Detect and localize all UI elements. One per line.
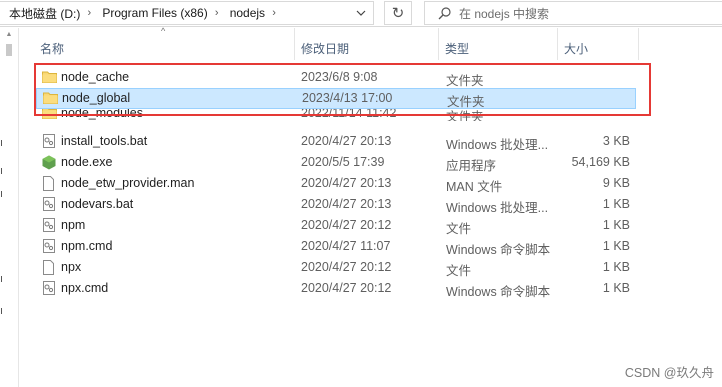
search-box[interactable]: 在 nodejs 中搜索 [424, 1, 722, 25]
file-size: 3 KB [602, 134, 630, 148]
file-date: 2020/4/27 20:13 [301, 134, 392, 148]
nav-item-fragment[interactable] [1, 140, 5, 146]
column-header-date[interactable]: 修改日期 [295, 28, 439, 60]
folder-icon [43, 91, 58, 105]
address-toolbar: 本地磁盘 (D:) › Program Files (x86) › nodejs… [0, 0, 722, 27]
file-icon [42, 260, 57, 275]
file-size: 9 KB [602, 176, 630, 190]
nav-item-fragment[interactable] [1, 168, 5, 174]
file-row-node-global[interactable]: node_global 2023/4/13 17:00 文件夹 [36, 88, 636, 109]
breadcrumb-program-files[interactable]: Program Files (x86) [96, 2, 209, 24]
file-size: 1 KB [602, 281, 630, 295]
file-type: 文件 [446, 222, 472, 236]
address-bar[interactable]: 本地磁盘 (D:) › Program Files (x86) › nodejs… [0, 1, 374, 25]
watermark: CSDN @玖久舟 [624, 366, 714, 380]
breadcrumb-separator-icon[interactable]: › [210, 7, 224, 19]
refresh-icon: ↻ [391, 5, 405, 22]
file-row-node-modules[interactable]: node_modules 2022/11/14 11:42 文件夹 [36, 109, 636, 121]
file-row-node-cache[interactable]: node_cache 2023/6/8 9:08 文件夹 [36, 67, 636, 88]
file-date: 2023/6/8 9:08 [301, 70, 378, 84]
file-date: 2020/4/27 11:07 [301, 239, 391, 253]
file-row-npx[interactable]: npx 2020/4/27 20:12 文件 1 KB [36, 257, 636, 278]
refresh-button[interactable]: ↻ [384, 1, 412, 25]
batch-file-icon [42, 218, 57, 232]
file-size: 1 KB [602, 197, 630, 211]
node-app-icon [42, 155, 57, 170]
file-date: 2020/5/5 17:39 [301, 155, 385, 169]
scroll-up-icon[interactable]: ▲ [4, 31, 14, 41]
search-input[interactable]: 在 nodejs 中搜索 [459, 5, 549, 22]
file-type: 文件夹 [446, 74, 484, 88]
batch-file-icon [42, 281, 57, 295]
breadcrumb-nodejs[interactable]: nodejs [224, 2, 267, 24]
file-row-npm-cmd[interactable]: npm.cmd 2020/4/27 11:07 Windows 命令脚本 1 K… [36, 236, 636, 257]
file-name: npm [61, 218, 86, 232]
breadcrumb-separator-icon[interactable]: › [82, 7, 96, 19]
column-header-label: 名称 [40, 42, 65, 56]
batch-file-icon [42, 134, 57, 148]
sort-ascending-icon: ^ [161, 26, 166, 36]
nav-scrollbar-thumb[interactable] [6, 44, 12, 56]
file-date: 2022/11/14 11:42 [301, 109, 397, 120]
file-size: 54,169 KB [571, 155, 630, 169]
file-date: 2020/4/27 20:12 [301, 281, 392, 295]
navigation-pane[interactable]: ▲ [0, 28, 19, 387]
file-row-nodevars[interactable]: nodevars.bat 2020/4/27 20:13 Windows 批处理… [36, 194, 636, 215]
file-type: 文件夹 [446, 110, 484, 121]
file-date: 2020/4/27 20:12 [301, 218, 392, 232]
file-type: Windows 命令脚本 [446, 243, 551, 257]
file-name: npx [61, 260, 82, 274]
file-size: 1 KB [602, 218, 630, 232]
batch-file-icon [42, 239, 57, 253]
column-header-row: ^ 名称 修改日期 类型 大小 [19, 26, 722, 60]
file-row-node-etw-provider[interactable]: node_etw_provider.man 2020/4/27 20:13 MA… [36, 173, 636, 194]
breadcrumb-drive[interactable]: 本地磁盘 (D:) [0, 2, 82, 24]
file-type: 应用程序 [446, 159, 497, 173]
file-name: node_global [62, 91, 131, 105]
file-type: 文件 [446, 264, 472, 278]
file-name: npm.cmd [61, 239, 113, 253]
file-date: 2023/4/13 17:00 [302, 91, 393, 105]
file-size: 1 KB [602, 239, 630, 253]
file-date: 2020/4/27 20:12 [301, 260, 392, 274]
column-header-name[interactable]: ^ 名称 [19, 26, 295, 60]
folder-icon [42, 70, 57, 84]
file-name: npx.cmd [61, 281, 109, 295]
file-row-node-exe[interactable]: node.exe 2020/5/5 17:39 应用程序 54,169 KB [36, 152, 636, 173]
file-name: node_modules [61, 109, 144, 120]
file-icon [42, 176, 57, 191]
nav-item-fragment[interactable] [1, 308, 5, 314]
column-header-type[interactable]: 类型 [439, 28, 558, 60]
file-name: node_etw_provider.man [61, 176, 195, 190]
file-size: 1 KB [602, 260, 630, 274]
file-type: MAN 文件 [446, 180, 503, 194]
chevron-down-icon[interactable] [353, 2, 369, 24]
file-row-install-tools[interactable]: install_tools.bat 2020/4/27 20:13 Window… [36, 131, 636, 152]
file-date: 2020/4/27 20:13 [301, 176, 392, 190]
column-header-size[interactable]: 大小 [558, 28, 639, 60]
column-header-label: 修改日期 [301, 42, 350, 56]
file-date: 2020/4/27 20:13 [301, 197, 392, 211]
file-row-npm[interactable]: npm 2020/4/27 20:12 文件 1 KB [36, 215, 636, 236]
file-name: nodevars.bat [61, 197, 134, 211]
breadcrumb-separator-icon[interactable]: › [267, 7, 281, 19]
file-name: node.exe [61, 155, 113, 169]
file-type: 文件夹 [447, 95, 485, 109]
file-type: Windows 批处理... [446, 138, 549, 152]
file-type: Windows 命令脚本 [446, 285, 551, 299]
file-row-npx-cmd[interactable]: npx.cmd 2020/4/27 20:12 Windows 命令脚本 1 K… [36, 278, 636, 299]
folder-icon [42, 109, 57, 120]
file-name: node_cache [61, 70, 130, 84]
column-header-label: 大小 [564, 42, 589, 56]
file-type: Windows 批处理... [446, 201, 549, 215]
column-header-label: 类型 [445, 42, 470, 56]
file-name: install_tools.bat [61, 134, 148, 148]
batch-file-icon [42, 197, 57, 211]
search-icon [437, 6, 451, 20]
nav-item-fragment[interactable] [1, 191, 5, 197]
nav-item-fragment[interactable] [1, 276, 5, 282]
